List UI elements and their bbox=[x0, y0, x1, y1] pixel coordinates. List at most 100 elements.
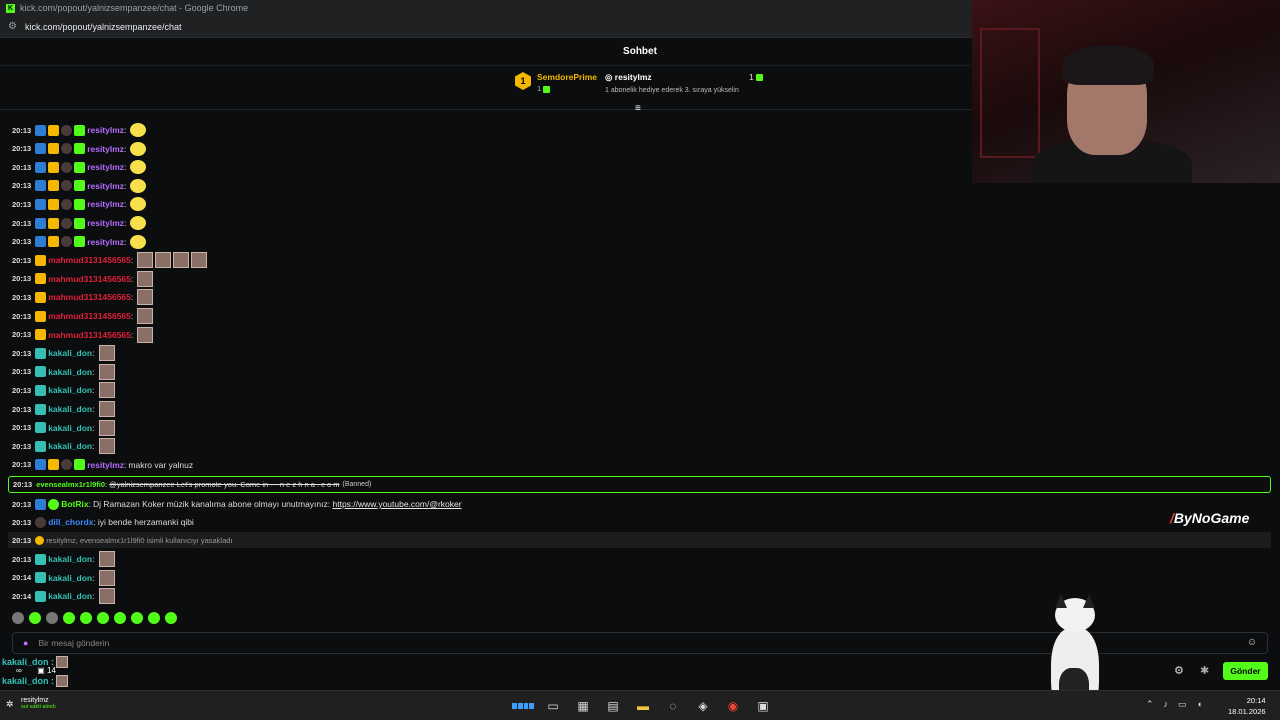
chrome-icon[interactable]: ◉ bbox=[722, 696, 744, 716]
username[interactable]: resitylmz bbox=[87, 237, 124, 247]
username[interactable]: resitylmz bbox=[87, 125, 124, 135]
gifter-first[interactable]: 1 SemdorePrime 1 bbox=[515, 72, 597, 93]
app-icon[interactable]: ▤ bbox=[602, 696, 624, 716]
username[interactable]: resitylmz bbox=[87, 181, 124, 191]
username[interactable]: evensealmx1r1l9fi0 bbox=[36, 480, 105, 489]
username[interactable]: dill_chordx bbox=[48, 517, 93, 527]
emote-image[interactable] bbox=[98, 588, 115, 605]
emote-image[interactable] bbox=[98, 551, 115, 567]
app-icon[interactable]: ◌ bbox=[662, 696, 684, 716]
emote-image[interactable] bbox=[137, 326, 154, 343]
username[interactable]: mahmud3131456565 bbox=[48, 311, 131, 321]
emote-button[interactable] bbox=[46, 612, 58, 624]
emote-image[interactable] bbox=[98, 438, 115, 455]
app-icon[interactable]: ▦ bbox=[572, 696, 594, 716]
username[interactable]: mahmud3131456565 bbox=[48, 255, 131, 265]
subscriber-badge-icon bbox=[35, 403, 47, 415]
url-text[interactable]: kick.com/popout/yalnizsempanzee/chat bbox=[25, 22, 182, 32]
username[interactable]: mahmud3131456565 bbox=[48, 330, 131, 340]
taskbar-clock[interactable]: 20:14 18.01.2026 bbox=[1228, 695, 1266, 717]
emote-button[interactable] bbox=[165, 612, 177, 624]
message-link[interactable]: https://www.youtube.com/@rkoker bbox=[333, 499, 462, 509]
emote-image[interactable] bbox=[137, 270, 154, 287]
emote-button[interactable] bbox=[148, 612, 160, 624]
volume-icon[interactable]: ◖ bbox=[1197, 699, 1202, 710]
app-icon[interactable]: ▣ bbox=[752, 696, 774, 716]
username[interactable]: kakali_don bbox=[48, 367, 92, 377]
gift-badge-icon bbox=[74, 143, 86, 155]
username[interactable]: kakali_don bbox=[48, 591, 92, 601]
emote-button[interactable] bbox=[29, 612, 41, 624]
emote-image[interactable] bbox=[98, 363, 115, 380]
message-text: iyi bende herzamanki qibi bbox=[97, 517, 194, 527]
gift-icon bbox=[755, 74, 763, 82]
site-info-icon[interactable]: ⚙ bbox=[8, 21, 17, 32]
username[interactable]: mahmud3131456565 bbox=[48, 274, 131, 284]
username[interactable]: resitylmz bbox=[87, 218, 124, 228]
username[interactable]: mahmud3131456565 bbox=[48, 292, 131, 302]
chevron-up-icon[interactable]: ⌃ bbox=[1146, 699, 1154, 710]
chat-message: 20:13 resitylmz: makro var yalnuz bbox=[12, 459, 194, 471]
steam-icon[interactable]: ◈ bbox=[692, 696, 714, 716]
username[interactable]: kakali_don bbox=[48, 441, 92, 451]
username[interactable]: kakali_don bbox=[48, 573, 92, 583]
task-view-icon[interactable]: ▭ bbox=[542, 696, 564, 716]
monitor-icon[interactable]: ▭ bbox=[1178, 699, 1187, 710]
emote-image[interactable] bbox=[98, 419, 115, 436]
emoji-picker-icon[interactable]: ☺ bbox=[1247, 637, 1257, 648]
taskbar-user-widget[interactable]: ✲ resitylmz sui vakti alındı bbox=[6, 697, 56, 710]
chat-message: 20:13 kakali_don: bbox=[12, 381, 115, 399]
gifter-second[interactable]: ◎ resitylmz 1 abonelik hediye ederek 3. … bbox=[605, 72, 739, 94]
username[interactable]: kakali_don bbox=[48, 554, 92, 564]
emote-image[interactable] bbox=[137, 289, 154, 306]
emote-image[interactable] bbox=[130, 197, 147, 212]
windows-start-icon[interactable] bbox=[512, 696, 534, 716]
username[interactable]: kakali_don bbox=[48, 423, 92, 433]
chat-message: 20:13 mahmud3131456565: bbox=[12, 326, 154, 344]
gifter-second-count: 1 bbox=[749, 72, 763, 82]
emote-image[interactable] bbox=[98, 345, 115, 362]
emote-image[interactable] bbox=[155, 252, 172, 269]
username[interactable]: resitylmz bbox=[87, 162, 124, 172]
emote-image[interactable] bbox=[98, 382, 115, 399]
bot-badge-icon bbox=[35, 498, 47, 510]
mic-icon[interactable]: ♪ bbox=[1164, 699, 1169, 710]
username[interactable]: BotRix bbox=[61, 499, 88, 509]
emote-button[interactable] bbox=[80, 612, 92, 624]
emote-image[interactable] bbox=[137, 308, 154, 324]
emote-image[interactable] bbox=[98, 401, 115, 417]
subscriber-badge-icon bbox=[35, 572, 47, 584]
username[interactable]: resitylmz bbox=[87, 144, 124, 154]
emote-button[interactable] bbox=[131, 612, 143, 624]
collapse-pinned-icon[interactable]: ≡ bbox=[635, 103, 641, 114]
mod-tools-icon[interactable]: ✱ bbox=[1200, 664, 1209, 677]
emote-button[interactable] bbox=[12, 612, 24, 624]
username[interactable]: resitylmz bbox=[87, 199, 124, 209]
username[interactable]: kakali_don bbox=[48, 348, 92, 358]
chat-title: Sohbet bbox=[623, 46, 657, 57]
emote-image[interactable] bbox=[137, 252, 154, 269]
emote-button[interactable] bbox=[114, 612, 126, 624]
emote-button[interactable] bbox=[97, 612, 109, 624]
file-explorer-icon[interactable]: ▬ bbox=[632, 696, 654, 716]
emote-image[interactable] bbox=[130, 216, 147, 230]
chat-message: 20:13 kakali_don: bbox=[12, 344, 115, 362]
username[interactable]: resitylmz bbox=[87, 460, 124, 470]
emote-button[interactable] bbox=[63, 612, 75, 624]
username[interactable]: kakali_don bbox=[48, 404, 92, 414]
gift-prompt: 1 abonelik hediye ederek 3. sıraya yükse… bbox=[605, 87, 739, 94]
quick-emote-bar bbox=[12, 612, 177, 624]
settings-gear-icon[interactable]: ⚙ bbox=[1174, 664, 1184, 677]
mic-icon[interactable]: ● bbox=[23, 638, 28, 648]
emote-image[interactable] bbox=[130, 160, 147, 175]
chat-message: 20:13 resitylmz: bbox=[12, 214, 147, 232]
send-button[interactable]: Gönder bbox=[1223, 662, 1268, 680]
emote-image[interactable] bbox=[191, 252, 208, 269]
emote-image[interactable] bbox=[130, 141, 147, 156]
emote-image[interactable] bbox=[130, 178, 147, 193]
username[interactable]: kakali_don bbox=[48, 385, 92, 395]
emote-image[interactable] bbox=[130, 123, 147, 137]
emote-image[interactable] bbox=[130, 234, 147, 249]
emote-image[interactable] bbox=[98, 569, 115, 586]
emote-image[interactable] bbox=[173, 252, 190, 269]
